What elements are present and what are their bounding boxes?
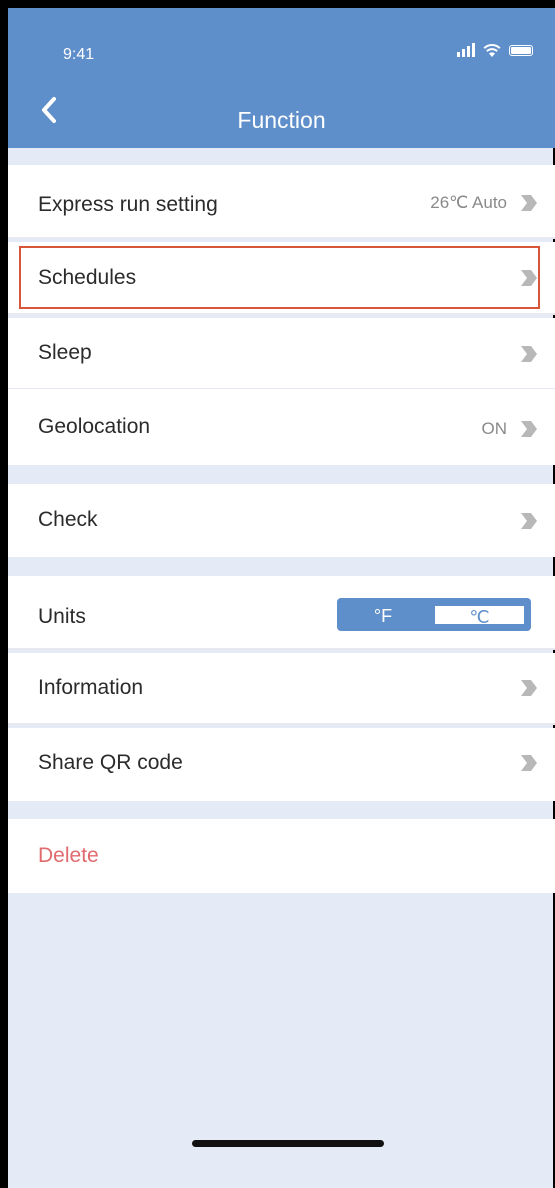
share-qr-code-row[interactable]: Share QR code [8, 728, 555, 801]
chevron-right-icon [521, 755, 537, 771]
chevron-right-icon [521, 195, 537, 211]
divider [8, 723, 555, 725]
information-row[interactable]: Information [8, 653, 555, 723]
divider [8, 313, 555, 315]
battery-icon [509, 44, 533, 56]
units-toggle[interactable]: °F ℃ [337, 598, 531, 631]
divider [8, 648, 555, 650]
delete-row[interactable]: Delete [8, 819, 555, 893]
signal-icon [457, 43, 475, 57]
express-run-setting-label: Express run setting [38, 193, 218, 216]
chevron-right-icon [521, 680, 537, 696]
status-time: 9:41 [63, 46, 95, 63]
geolocation-row[interactable]: Geolocation ON [8, 389, 555, 465]
geolocation-value: ON [481, 419, 508, 438]
page-title: Function [237, 107, 326, 133]
home-indicator[interactable] [192, 1140, 384, 1147]
wifi-icon [483, 44, 501, 57]
divider [8, 237, 555, 239]
fahrenheit-option[interactable]: °F [337, 598, 429, 631]
chevron-right-icon [521, 346, 537, 362]
chevron-right-icon [521, 513, 537, 529]
celsius-option[interactable]: ℃ [435, 606, 524, 627]
chevron-right-icon [521, 421, 537, 437]
schedules-highlight-box [19, 246, 540, 309]
express-run-setting-row[interactable]: Express run setting 26℃ Auto [8, 165, 555, 237]
sleep-row[interactable]: Sleep [8, 318, 555, 388]
delete-label: Delete [38, 844, 99, 867]
status-icons [457, 42, 533, 58]
units-label: Units [38, 605, 86, 628]
share-qr-code-label: Share QR code [38, 751, 183, 774]
check-label: Check [38, 508, 98, 531]
sleep-label: Sleep [38, 341, 92, 364]
check-row[interactable]: Check [8, 484, 555, 557]
header-bar: 9:41 Function [8, 8, 555, 148]
information-label: Information [38, 676, 144, 699]
express-run-setting-value: 26℃ Auto [430, 193, 507, 212]
geolocation-label: Geolocation [38, 415, 151, 438]
phone-screen: 9:41 Function Express run setting 26℃ Au… [0, 0, 555, 1188]
